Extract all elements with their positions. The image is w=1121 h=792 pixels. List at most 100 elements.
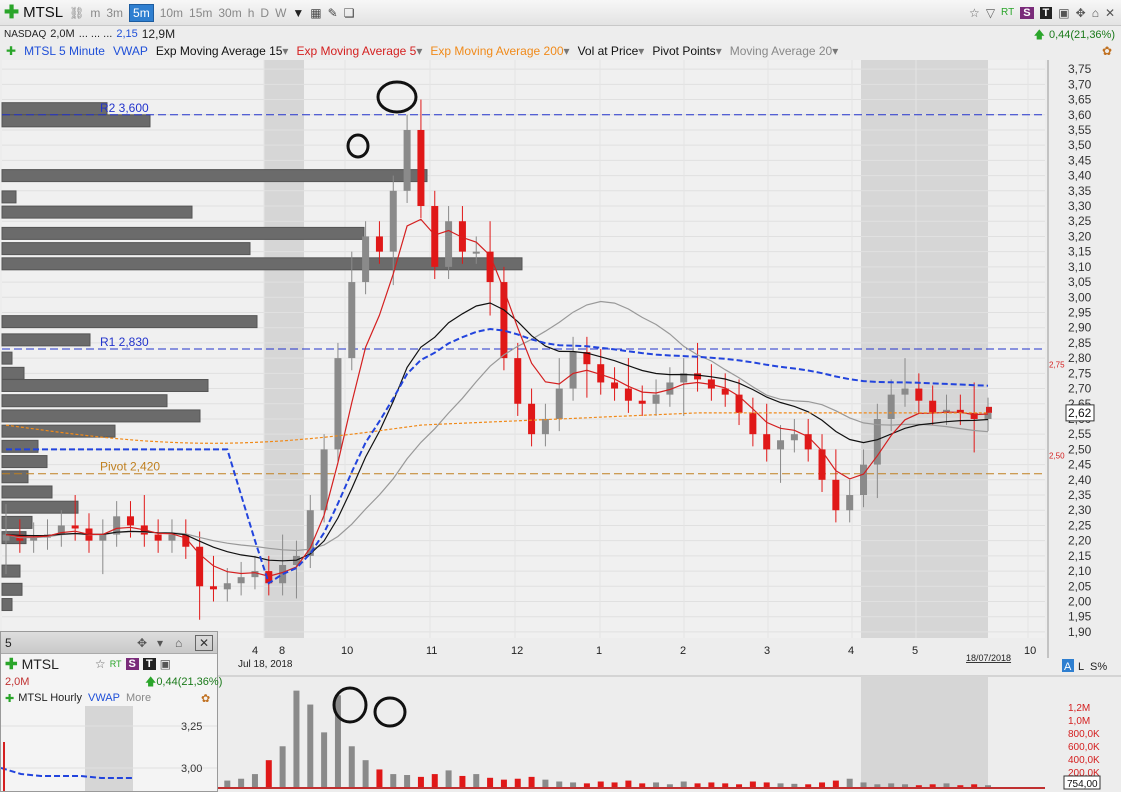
sub-pin-icon[interactable]: ⌂: [175, 636, 182, 650]
sub-change: 🡅0,44(21,36%): [145, 673, 222, 692]
symbol-label[interactable]: MTSL: [23, 4, 63, 21]
volume-bar: [251, 774, 258, 788]
chart-settings-icon[interactable]: ▦: [310, 6, 321, 20]
sub-dropdown-icon[interactable]: ▾: [157, 636, 163, 650]
interval-15m[interactable]: 15m: [189, 6, 212, 20]
vap-bar: [1, 379, 209, 393]
sub-plus-icon[interactable]: ✚: [5, 692, 14, 705]
volume-tick-label: 400,0K: [1068, 755, 1100, 766]
sub-close-icon[interactable]: ✕: [195, 634, 214, 651]
interval-m[interactable]: m: [90, 6, 100, 20]
volume-bar: [293, 690, 300, 788]
move-icon[interactable]: ✥: [1076, 6, 1086, 20]
t-badge[interactable]: T: [1039, 6, 1053, 19]
y-tick-label: 3,00: [1068, 290, 1092, 304]
interval-30m[interactable]: 30m: [218, 6, 241, 20]
sub-candle: [3, 742, 5, 791]
close-icon[interactable]: ✕: [1105, 6, 1115, 20]
y-tick-label: 2,45: [1068, 458, 1092, 472]
y-tick-label: 3,75: [1068, 62, 1092, 76]
candle-body: [71, 525, 79, 529]
indicator-1[interactable]: VWAP: [113, 44, 148, 58]
sub-symbol[interactable]: MTSL: [22, 656, 59, 672]
volume-bar: [514, 778, 521, 788]
volume-bar: [832, 780, 839, 788]
volume-bar: [321, 732, 328, 788]
candle-body: [652, 394, 660, 404]
indicator-0[interactable]: MTSL 5 Minute: [24, 44, 105, 58]
rt-badge[interactable]: RT: [1001, 7, 1014, 18]
sub-ind-hourly[interactable]: MTSL Hourly: [18, 692, 82, 704]
y-tick-label: 1,95: [1068, 610, 1092, 624]
draw-pencil-icon[interactable]: ✎: [328, 6, 338, 20]
interval-10m[interactable]: 10m: [160, 6, 183, 20]
y-tick-label: 2,80: [1068, 351, 1092, 365]
y-tick-label: 3,25: [1068, 214, 1092, 228]
vap-bar: [1, 470, 29, 484]
interval-h[interactable]: h: [248, 6, 255, 20]
interval-3m[interactable]: 3m: [106, 6, 123, 20]
sub-mini-chart: 3,25 3,00: [1, 706, 217, 791]
star-icon[interactable]: ☆: [969, 6, 980, 20]
interval-dropdown-icon[interactable]: ▼: [292, 6, 304, 20]
volume-bar: [265, 760, 272, 788]
indicator-5[interactable]: Vol at Price: [578, 44, 639, 58]
chart-options-icon[interactable]: ✿: [1102, 44, 1112, 58]
sub-add-icon[interactable]: ✚: [5, 655, 18, 673]
indicator-dropdown-icon[interactable]: ▾: [638, 44, 644, 58]
interval-5m[interactable]: 5m: [129, 3, 154, 22]
log-scale-label: L: [1078, 661, 1084, 673]
sub-save-icon[interactable]: ▣: [160, 657, 171, 671]
interval-d[interactable]: D: [260, 6, 269, 20]
indicator-dropdown-icon[interactable]: ▾: [416, 44, 422, 58]
add-indicator-icon[interactable]: ✚: [6, 44, 16, 58]
r1-label: R1 2,830: [100, 335, 149, 349]
sub-ind-vwap[interactable]: VWAP: [88, 692, 120, 704]
sub-color-icon[interactable]: ✿: [201, 692, 210, 705]
indicator-3[interactable]: Exp Moving Average 5: [296, 44, 416, 58]
interval-w[interactable]: W: [275, 6, 286, 20]
vap-bar: [1, 169, 428, 183]
link-icon[interactable]: ⛓: [69, 6, 84, 20]
indicator-dropdown-icon[interactable]: ▾: [832, 44, 838, 58]
layers-icon[interactable]: ❏: [344, 6, 355, 20]
save-icon[interactable]: ▣: [1058, 6, 1069, 20]
indicator-6[interactable]: Pivot Points: [652, 44, 715, 58]
x-tick-label: 10: [1024, 645, 1036, 657]
indicator-7[interactable]: Moving Average 20: [730, 44, 833, 58]
y-tick-label: 3,30: [1068, 199, 1092, 213]
indicator-4[interactable]: Exp Moving Average 200: [430, 44, 563, 58]
pivot-label: Pivot 2,420: [100, 460, 160, 474]
change-text: 0,44(21,36%): [1048, 29, 1115, 41]
sub-move-icon[interactable]: ✥: [137, 636, 147, 650]
y-tick-label: 3,55: [1068, 123, 1092, 137]
y-tick-label: 2,95: [1068, 305, 1092, 319]
indicator-dropdown-icon[interactable]: ▾: [716, 44, 722, 58]
sub-s-badge[interactable]: S: [125, 658, 139, 670]
add-icon[interactable]: ✚: [4, 2, 19, 23]
pin-icon[interactable]: ⌂: [1092, 6, 1099, 20]
sub-t-badge[interactable]: T: [142, 658, 156, 670]
y-tick-label: 3,15: [1068, 245, 1092, 259]
y-tick-label: 3,20: [1068, 229, 1092, 243]
current-price-label: 2,62: [1068, 406, 1092, 420]
r2-label: R2 3,600: [100, 101, 149, 115]
vap-bar: [1, 564, 21, 578]
sub-ind-more[interactable]: More: [126, 692, 151, 704]
hourly-sub-panel[interactable]: 5 ✥ ▾ ⌂ ✕ ✚ MTSL ☆ RT S T ▣ 2,0M 🡅0,44(2…: [0, 631, 222, 792]
sub-star-icon[interactable]: ☆: [95, 657, 106, 671]
vap-bar: [1, 333, 91, 347]
sub-panel-header: 5 ✥ ▾ ⌂ ✕: [1, 632, 217, 654]
sub-rt-badge[interactable]: RT: [110, 659, 122, 669]
x-axis-end-date: 18/07/2018: [966, 653, 1011, 663]
vap-bar: [1, 315, 258, 329]
indicator-dropdown-icon[interactable]: ▾: [282, 44, 288, 58]
candle-body: [611, 382, 619, 389]
filter-icon[interactable]: ▽: [986, 6, 995, 20]
indicator-2[interactable]: Exp Moving Average 15: [156, 44, 283, 58]
volume-value-label: 754,00: [1067, 779, 1098, 790]
indicator-dropdown-icon[interactable]: ▾: [564, 44, 570, 58]
s-badge[interactable]: S: [1020, 6, 1034, 19]
vap-bar: [1, 500, 79, 514]
sub-change-text: 0,44(21,36%): [156, 675, 223, 688]
